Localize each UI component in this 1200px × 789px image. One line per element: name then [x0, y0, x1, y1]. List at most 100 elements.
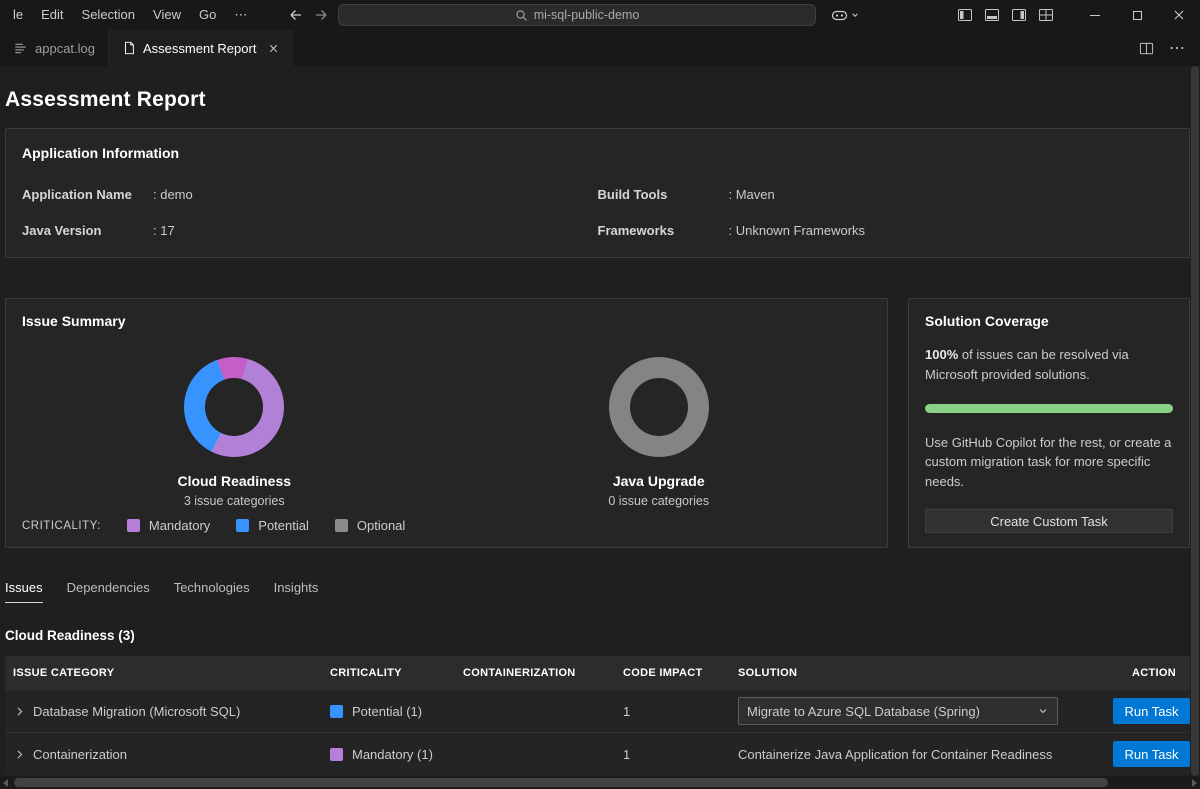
table-row: Containerization Mandatory (1) 1 Contain…: [5, 732, 1190, 775]
field-label: Frameworks: [598, 223, 729, 238]
forward-arrow-icon[interactable]: [313, 7, 329, 23]
category-label: Database Migration (Microsoft SQL): [33, 704, 240, 719]
report-webview: Assessment Report Application Informatio…: [0, 66, 1190, 776]
toggle-primary-sidebar-icon[interactable]: [957, 7, 973, 23]
optional-swatch: [335, 519, 348, 532]
run-task-button[interactable]: Run Task: [1113, 741, 1190, 767]
issues-table: ISSUE CATEGORY CRITICALITY CONTAINERIZAT…: [5, 656, 1190, 775]
report-file-icon: [122, 41, 136, 55]
scroll-right-arrow-icon[interactable]: [1192, 779, 1197, 787]
cloud-readiness-chart: Cloud Readiness 3 issue categories: [22, 357, 447, 508]
solution-dropdown[interactable]: Migrate to Azure SQL Database (Spring): [738, 697, 1058, 725]
field-label: Java Version: [22, 223, 153, 238]
menu-view[interactable]: View: [144, 0, 190, 30]
tab-label: Assessment Report: [143, 41, 256, 56]
potential-swatch: [236, 519, 249, 532]
vscode-window: le Edit Selection View Go mi-sql-public-…: [0, 0, 1200, 789]
maximize-button[interactable]: [1116, 0, 1158, 30]
chart-title: Java Upgrade: [613, 473, 705, 489]
title-bar-right: [957, 0, 1200, 30]
menu-bar: le Edit Selection View Go: [0, 0, 256, 30]
tab-appcat-log[interactable]: appcat.log: [0, 30, 109, 66]
category-cell: Containerization: [5, 747, 330, 762]
layout-controls: [957, 7, 1054, 23]
customize-layout-icon[interactable]: [1038, 7, 1054, 23]
back-arrow-icon[interactable]: [288, 7, 304, 23]
close-button[interactable]: [1158, 0, 1200, 30]
create-custom-task-button[interactable]: Create Custom Task: [925, 509, 1173, 533]
field-value: : demo: [153, 187, 193, 202]
java-upgrade-donut: [609, 357, 709, 457]
coverage-hint: Use GitHub Copilot for the rest, or crea…: [925, 433, 1173, 492]
horizontal-scrollbar-thumb[interactable]: [14, 778, 1108, 787]
chevron-down-icon: [1037, 705, 1049, 717]
solution-coverage-panel: Solution Coverage 100% of issues can be …: [908, 298, 1190, 548]
solution-cell: Migrate to Azure SQL Database (Spring): [738, 697, 1110, 725]
menu-file[interactable]: le: [4, 0, 32, 30]
copilot-icon: [831, 7, 848, 23]
toggle-secondary-sidebar-icon[interactable]: [1011, 7, 1027, 23]
toggle-panel-icon[interactable]: [984, 7, 1000, 23]
window-controls: [1074, 0, 1200, 30]
menu-more-icon[interactable]: [225, 0, 256, 30]
code-impact-cell: 1: [623, 747, 738, 762]
page-title: Assessment Report: [5, 88, 1190, 112]
tab-dependencies[interactable]: Dependencies: [67, 580, 150, 603]
chevron-right-icon[interactable]: [13, 748, 26, 761]
field-java-version: Java Version: 17: [22, 223, 598, 238]
header-solution: SOLUTION: [738, 667, 1110, 679]
field-value: : Maven: [729, 187, 775, 202]
command-center-search[interactable]: mi-sql-public-demo: [338, 4, 816, 26]
field-label: Build Tools: [598, 187, 729, 202]
chevron-right-icon[interactable]: [13, 705, 26, 718]
menu-selection[interactable]: Selection: [73, 0, 144, 30]
search-icon: [515, 9, 528, 22]
field-build-tools: Build Tools: Maven: [598, 187, 1174, 202]
tab-insights[interactable]: Insights: [274, 580, 319, 603]
legend-title: CRITICALITY:: [22, 520, 101, 532]
search-value: mi-sql-public-demo: [534, 8, 640, 22]
legend-label: Potential: [258, 518, 309, 533]
criticality-cell: Mandatory (1): [330, 747, 463, 762]
chart-subtitle: 3 issue categories: [184, 494, 285, 508]
header-issue-category: ISSUE CATEGORY: [5, 667, 330, 679]
chart-subtitle: 0 issue categories: [608, 494, 709, 508]
criticality-swatch: [330, 705, 343, 718]
category-cell: Database Migration (Microsoft SQL): [5, 704, 330, 719]
scroll-left-arrow-icon[interactable]: [3, 779, 8, 787]
copilot-menu-button[interactable]: [831, 7, 860, 23]
legend-item-potential: Potential: [236, 518, 309, 533]
table-row: Database Migration (Microsoft SQL) Poten…: [5, 689, 1190, 732]
coverage-progress-bar: [925, 404, 1173, 413]
vertical-scrollbar: [1190, 66, 1200, 776]
editor-tab-bar: appcat.log Assessment Report: [0, 30, 1200, 66]
summary-row: Issue Summary Cloud Readiness 3 issue ca…: [5, 298, 1190, 548]
panel-title: Application Information: [22, 145, 1173, 161]
tab-assessment-report[interactable]: Assessment Report: [109, 30, 293, 66]
title-bar: le Edit Selection View Go mi-sql-public-…: [0, 0, 1200, 30]
application-information-panel: Application Information Application Name…: [5, 128, 1190, 258]
field-value: : Unknown Frameworks: [729, 223, 866, 238]
split-editor-icon[interactable]: [1139, 41, 1154, 56]
tab-close-icon[interactable]: [268, 43, 279, 54]
donut-charts: Cloud Readiness 3 issue categories Java …: [22, 357, 871, 508]
command-center: mi-sql-public-demo: [288, 0, 860, 30]
tab-technologies[interactable]: Technologies: [174, 580, 250, 603]
criticality-legend: CRITICALITY: Mandatory Potential Optiona…: [22, 518, 405, 533]
code-impact-cell: 1: [623, 704, 738, 719]
cloud-readiness-donut: [184, 357, 284, 457]
field-label: Application Name: [22, 187, 153, 202]
menu-edit[interactable]: Edit: [32, 0, 72, 30]
vertical-scrollbar-thumb[interactable]: [1191, 66, 1199, 776]
report-tabs: Issues Dependencies Technologies Insight…: [5, 580, 1190, 603]
minimize-button[interactable]: [1074, 0, 1116, 30]
legend-label: Optional: [357, 518, 405, 533]
donut-hole: [630, 378, 688, 436]
panel-title: Solution Coverage: [925, 313, 1173, 329]
menu-go[interactable]: Go: [190, 0, 225, 30]
tab-issues[interactable]: Issues: [5, 580, 43, 603]
cloud-readiness-section-title: Cloud Readiness (3): [5, 628, 1190, 643]
field-frameworks: Frameworks: Unknown Frameworks: [598, 223, 1174, 238]
run-task-button[interactable]: Run Task: [1113, 698, 1190, 724]
more-actions-icon[interactable]: [1169, 38, 1185, 58]
